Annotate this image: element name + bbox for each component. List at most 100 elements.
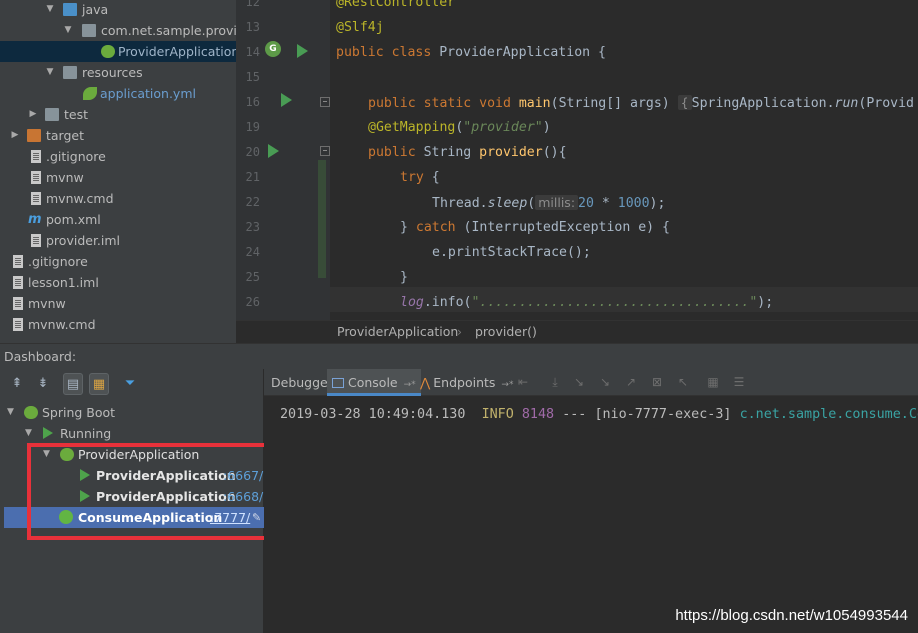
- expand-arrow-icon[interactable]: ▶: [9, 125, 21, 146]
- tab-endpoints[interactable]: ⋀ Endpoints →*: [415, 369, 518, 396]
- line-number: 26: [245, 295, 260, 309]
- code-text: (String[] args): [550, 96, 678, 111]
- code-text: {: [423, 170, 440, 185]
- spring-bean-icon[interactable]: G: [265, 41, 281, 57]
- tree-item-resources[interactable]: ▼ resources: [0, 62, 236, 83]
- group-by-config-icon[interactable]: ▦: [89, 373, 109, 395]
- line-number: 21: [245, 170, 260, 184]
- code-editor[interactable]: @RestController @Slf4j public class Prov…: [330, 0, 918, 320]
- file-icon: [13, 276, 23, 289]
- tree-item-label: lesson1.iml: [28, 275, 99, 290]
- tab-label: Console: [348, 375, 398, 390]
- log-separator: ---: [562, 407, 587, 422]
- expand-arrow-icon[interactable]: ▼: [44, 62, 56, 83]
- tree-item-package[interactable]: ▼ com.net.sample.provider: [0, 20, 236, 41]
- tree-item-pom-xml[interactable]: m pom.xml: [0, 209, 236, 230]
- tree-item-root-mvnw[interactable]: mvnw: [0, 293, 236, 314]
- tree-item-mvnw[interactable]: mvnw: [0, 167, 236, 188]
- expand-arrow-icon[interactable]: ▼: [7, 402, 14, 423]
- tree-item-label: .gitignore: [28, 254, 88, 269]
- number-literal: 1000: [617, 196, 650, 211]
- expand-arrow-icon[interactable]: ▼: [44, 0, 56, 20]
- run-to-cursor-icon[interactable]: ↖: [676, 375, 690, 389]
- expand-arrow-icon[interactable]: ▶: [27, 104, 39, 125]
- string-literal: "provider": [463, 120, 543, 135]
- folder-icon: [45, 108, 59, 121]
- run-icon[interactable]: [281, 93, 292, 107]
- step-into-icon[interactable]: ↘: [572, 375, 586, 389]
- drop-frame-icon[interactable]: ⊠: [650, 375, 664, 389]
- tree-item-java[interactable]: ▼ java: [0, 0, 236, 20]
- tree-item-target[interactable]: ▶ target: [0, 125, 236, 146]
- keyword: try: [400, 170, 424, 185]
- breadcrumb: ProviderApplication › provider(): [236, 320, 918, 343]
- collapse-all-icon[interactable]: ⇟: [33, 373, 53, 395]
- code-text: .info(: [423, 295, 472, 310]
- step-out-icon[interactable]: ↗: [624, 375, 638, 389]
- tree-item-test[interactable]: ▶ test: [0, 104, 236, 125]
- log-level: INFO: [481, 407, 514, 422]
- code-line-22: Thread.sleep(millis: 20 * 1000);: [432, 190, 665, 215]
- code-text: (Provid: [858, 96, 914, 111]
- fold-icon[interactable]: [320, 146, 330, 156]
- vcs-change-marker: [318, 160, 326, 278]
- fold-icon[interactable]: [320, 97, 330, 107]
- evaluate-icon[interactable]: ▦: [706, 375, 720, 389]
- code-text: (InterruptedException e) {: [455, 220, 670, 235]
- tree-item-lesson1-iml[interactable]: lesson1.iml: [0, 272, 236, 293]
- code-text: );: [649, 196, 666, 211]
- tree-item-mvnw-cmd[interactable]: mvnw.cmd: [0, 188, 236, 209]
- tree-item-label: resources: [82, 65, 143, 80]
- file-icon: [31, 171, 41, 184]
- code-line-16: public static void main(String[] args) {…: [368, 90, 914, 115]
- tree-node-label: Running: [60, 426, 112, 441]
- filter-icon[interactable]: ⏷: [120, 373, 140, 395]
- tree-item-label: com.net.sample.provider: [101, 23, 236, 38]
- tree-item-gitignore[interactable]: .gitignore: [0, 146, 236, 167]
- expand-all-icon[interactable]: ⇞: [7, 373, 27, 395]
- file-icon: [31, 192, 41, 205]
- run-icon[interactable]: [268, 144, 279, 158]
- line-number: 24: [245, 245, 260, 259]
- expand-arrow-icon[interactable]: ▼: [62, 20, 74, 41]
- project-tree: ▼ java ▼ com.net.sample.provider Provide…: [0, 0, 236, 343]
- force-step-into-icon[interactable]: ↘: [598, 375, 612, 389]
- trace-icon[interactable]: ☰: [732, 375, 746, 389]
- code-text: Thread.: [432, 196, 488, 211]
- breadcrumb-class[interactable]: ProviderApplication: [337, 321, 458, 343]
- tree-item-root-mvnw-cmd[interactable]: mvnw.cmd: [0, 314, 236, 335]
- tab-label: Endpoints: [433, 375, 496, 390]
- pin-icon[interactable]: →*: [404, 380, 416, 390]
- line-number: 19: [245, 120, 260, 134]
- line-number: 22: [245, 195, 260, 209]
- code-text: String: [423, 145, 480, 160]
- line-number: 23: [245, 220, 260, 234]
- pin-icon[interactable]: →*: [501, 380, 513, 390]
- expand-arrow-icon[interactable]: ▼: [25, 423, 32, 444]
- tree-item-application-yml[interactable]: application.yml: [0, 83, 236, 104]
- tree-item-label: mvnw: [46, 170, 84, 185]
- method-name: main: [518, 96, 551, 111]
- code-text: sleep: [487, 196, 528, 211]
- tree-item-label: pom.xml: [46, 212, 101, 227]
- code-line-19: @GetMapping("provider"): [368, 115, 551, 140]
- code-line-13: @Slf4j: [336, 20, 384, 35]
- run-icon[interactable]: [297, 44, 308, 58]
- tree-item-provider-application[interactable]: ProviderApplication: [0, 41, 236, 62]
- maven-icon: m: [28, 212, 42, 227]
- code-text: ): [542, 120, 551, 135]
- console-tab-bar: Debugger Console →* ⋀ Endpoints →* ⇤ ⤓ ↘ ↘ …: [264, 369, 918, 396]
- log-pid: 8148: [521, 407, 555, 422]
- method-name: provider: [479, 145, 543, 160]
- ide-window: ▼ java ▼ com.net.sample.provider Provide…: [0, 0, 918, 633]
- tree-item-root-gitignore[interactable]: .gitignore: [0, 251, 236, 272]
- tab-console[interactable]: Console →*: [327, 369, 421, 396]
- step-over-icon[interactable]: ⤓: [548, 375, 562, 389]
- tree-item-provider-iml[interactable]: provider.iml: [0, 230, 236, 251]
- show-execution-point-icon[interactable]: ⇤: [516, 375, 530, 389]
- line-number: 15: [245, 70, 260, 84]
- breadcrumb-method[interactable]: provider(): [475, 321, 537, 343]
- tree-item-label: ProviderApplication: [118, 44, 236, 59]
- folded-region[interactable]: {: [677, 95, 692, 110]
- group-by-type-icon[interactable]: ▤: [63, 373, 83, 395]
